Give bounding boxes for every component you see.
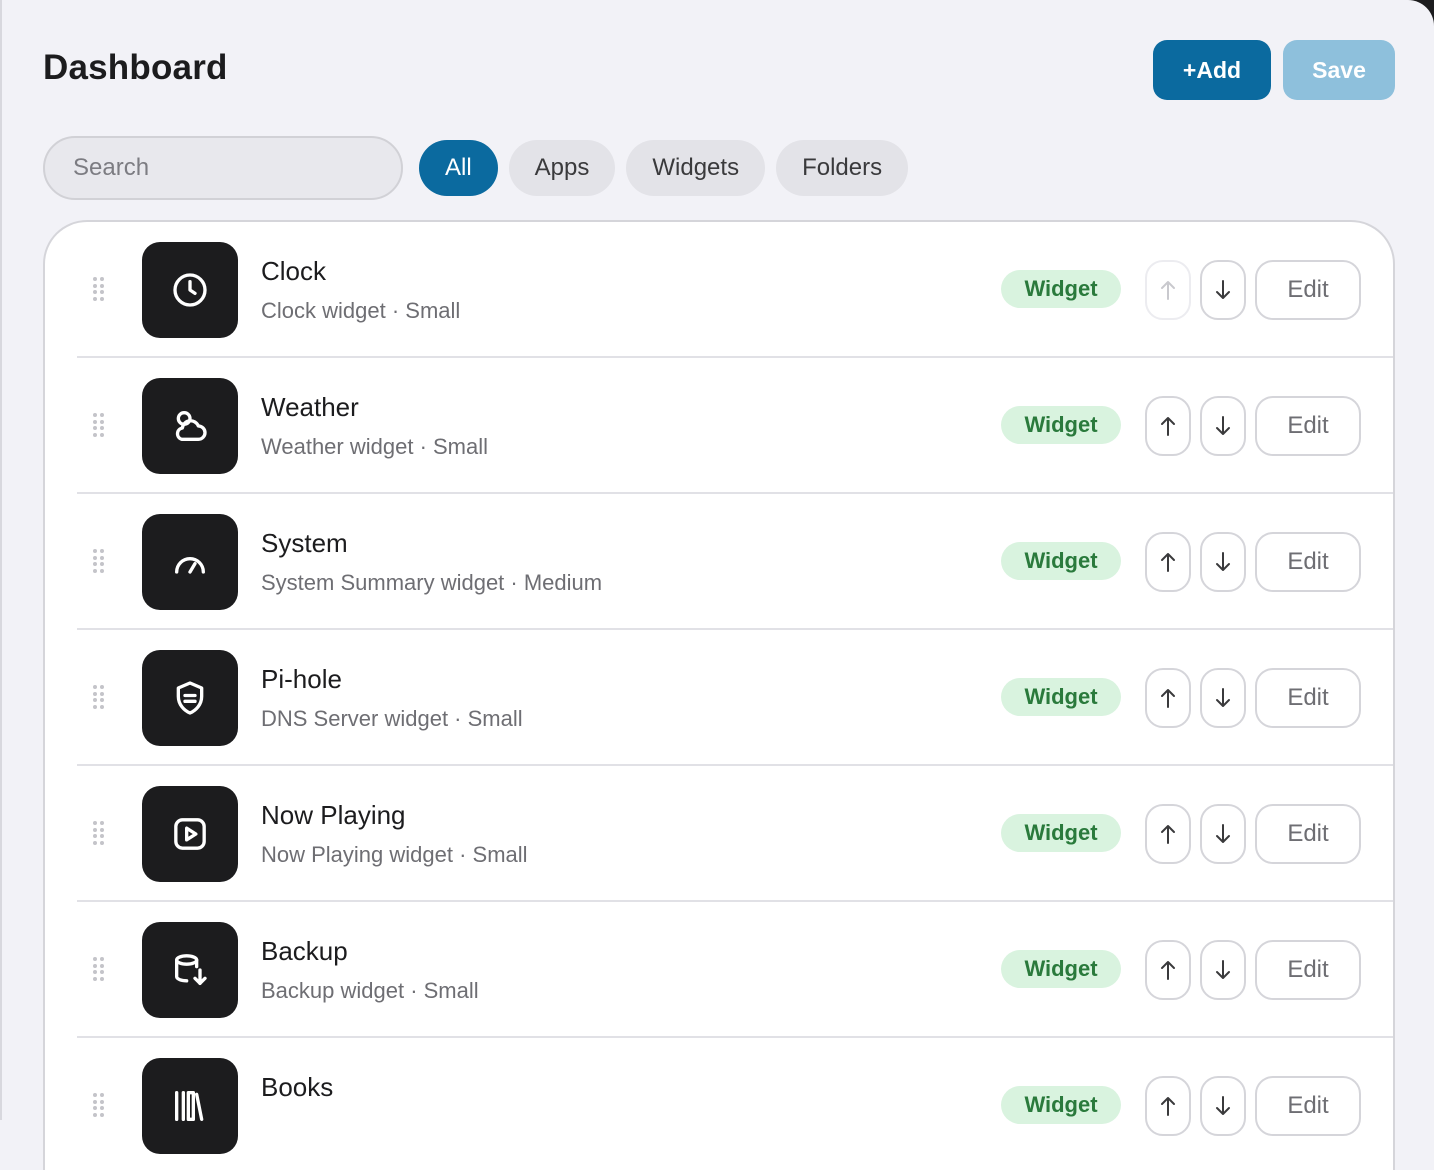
- edit-button[interactable]: Edit: [1255, 1076, 1361, 1136]
- item-subtitle: Weather widget · Small: [261, 434, 489, 459]
- type-badge: Widget: [1001, 542, 1121, 580]
- arrow-down-icon: [1216, 688, 1230, 707]
- item-subtitle: DNS Server widget · Small: [261, 706, 523, 731]
- edit-button[interactable]: Edit: [1255, 940, 1361, 1000]
- item-title: Books: [261, 1072, 334, 1102]
- item-title: Clock: [261, 256, 327, 286]
- filter-apps[interactable]: Apps: [508, 140, 616, 196]
- item-title: Now Playing: [261, 800, 406, 830]
- play-icon: [142, 786, 238, 882]
- item-title: Backup: [261, 936, 348, 966]
- move-down-button[interactable]: [1200, 1076, 1246, 1136]
- move-down-button[interactable]: [1200, 804, 1246, 864]
- arrow-up-icon: [1161, 689, 1175, 708]
- dashboard-item-list: Clock Clock widget · Small Widget Edit W…: [43, 220, 1395, 1170]
- list-item: Books Widget Edit: [77, 1038, 1393, 1170]
- type-badge: Widget: [1001, 1086, 1121, 1124]
- database-download-icon: [142, 922, 238, 1018]
- type-badge: Widget: [1001, 406, 1121, 444]
- list-item: System System Summary widget · Medium Wi…: [77, 494, 1393, 630]
- arrow-up-icon: [1161, 281, 1175, 300]
- edit-button[interactable]: Edit: [1255, 804, 1361, 864]
- move-down-button[interactable]: [1200, 532, 1246, 592]
- type-badge: Widget: [1001, 814, 1121, 852]
- move-up-button[interactable]: [1145, 260, 1191, 320]
- filter-widgets[interactable]: Widgets: [626, 140, 766, 196]
- arrow-down-icon: [1216, 960, 1230, 979]
- edit-button[interactable]: Edit: [1255, 668, 1361, 728]
- arrow-up-icon: [1161, 961, 1175, 980]
- move-up-button[interactable]: [1145, 1076, 1191, 1136]
- list-item: Clock Clock widget · Small Widget Edit: [77, 222, 1393, 358]
- drag-handle-icon[interactable]: [93, 277, 105, 301]
- add-button[interactable]: +Add: [1153, 40, 1271, 100]
- type-badge: Widget: [1001, 678, 1121, 716]
- arrow-down-icon: [1216, 824, 1230, 843]
- gauge-icon: [142, 514, 238, 610]
- type-badge: Widget: [1001, 270, 1121, 308]
- arrow-up-icon: [1161, 417, 1175, 436]
- type-badge: Widget: [1001, 950, 1121, 988]
- page-title: Dashboard: [43, 48, 228, 87]
- item-subtitle: Now Playing widget · Small: [261, 842, 528, 867]
- drag-handle-icon[interactable]: [93, 821, 105, 845]
- move-down-button[interactable]: [1200, 668, 1246, 728]
- list-item: Now Playing Now Playing widget · Small W…: [77, 766, 1393, 902]
- books-icon: [142, 1058, 238, 1154]
- edit-button[interactable]: Edit: [1255, 396, 1361, 456]
- move-down-button[interactable]: [1200, 940, 1246, 1000]
- list-item: Backup Backup widget · Small Widget Edit: [77, 902, 1393, 1038]
- move-up-button[interactable]: [1145, 804, 1191, 864]
- drag-handle-icon[interactable]: [93, 685, 105, 709]
- list-item: Weather Weather widget · Small Widget Ed…: [77, 358, 1393, 494]
- arrow-up-icon: [1161, 553, 1175, 572]
- filter-folders[interactable]: Folders: [776, 140, 909, 196]
- item-subtitle: Backup widget · Small: [261, 978, 479, 1003]
- item-title: Pi-hole: [261, 664, 342, 694]
- item-subtitle: System Summary widget · Medium: [261, 570, 603, 595]
- cloud-icon: [142, 378, 238, 474]
- arrow-down-icon: [1216, 552, 1230, 571]
- item-title: System: [261, 528, 348, 558]
- drag-handle-icon[interactable]: [93, 549, 105, 573]
- edit-button[interactable]: Edit: [1255, 532, 1361, 592]
- item-subtitle: Clock widget · Small: [261, 298, 461, 323]
- drag-handle-icon[interactable]: [93, 1093, 105, 1117]
- move-down-button[interactable]: [1200, 396, 1246, 456]
- arrow-up-icon: [1161, 825, 1175, 844]
- arrow-down-icon: [1216, 280, 1230, 299]
- arrow-down-icon: [1216, 1096, 1230, 1115]
- clock-icon: [142, 242, 238, 338]
- save-button[interactable]: Save: [1283, 40, 1395, 100]
- shield-icon: [142, 650, 238, 746]
- filter-all[interactable]: All: [419, 140, 498, 196]
- drag-handle-icon[interactable]: [93, 957, 105, 981]
- move-up-button[interactable]: [1145, 396, 1191, 456]
- search-input[interactable]: [43, 136, 403, 200]
- move-down-button[interactable]: [1200, 260, 1246, 320]
- item-title: Weather: [261, 392, 359, 422]
- edit-button[interactable]: Edit: [1255, 260, 1361, 320]
- drag-handle-icon[interactable]: [93, 413, 105, 437]
- filter-tabs: All Apps Widgets Folders: [419, 140, 909, 196]
- list-item: Pi-hole DNS Server widget · Small Widget…: [77, 630, 1393, 766]
- arrow-down-icon: [1216, 416, 1230, 435]
- move-up-button[interactable]: [1145, 668, 1191, 728]
- arrow-up-icon: [1161, 1097, 1175, 1116]
- move-up-button[interactable]: [1145, 940, 1191, 1000]
- move-up-button[interactable]: [1145, 532, 1191, 592]
